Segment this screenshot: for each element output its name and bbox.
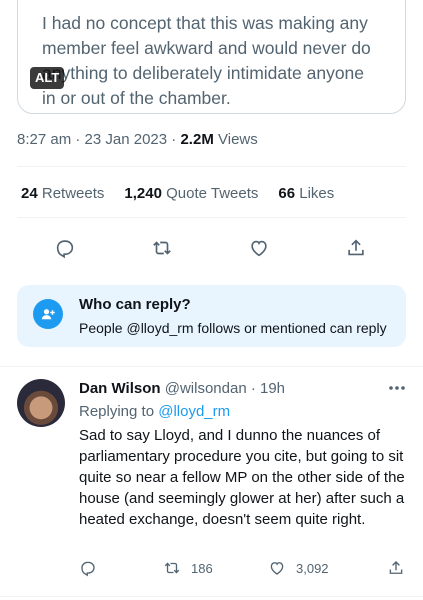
like-button[interactable]: 3,092: [268, 559, 329, 577]
retweet-button[interactable]: 186: [163, 559, 213, 577]
author-handle[interactable]: @wilsondan: [165, 380, 247, 397]
quote-tweets-count: 1,240: [124, 185, 162, 202]
more-icon[interactable]: [386, 379, 408, 397]
divider: [17, 217, 406, 218]
reply-icon[interactable]: [79, 559, 97, 577]
replying-to: Replying to @lloyd_rm: [79, 403, 230, 420]
person-icon: [33, 299, 63, 329]
reply-time[interactable]: 19h: [260, 380, 285, 397]
tweet-time[interactable]: 8:27 am: [17, 131, 71, 148]
share-icon[interactable]: [387, 559, 405, 577]
reply-retweet-count: 186: [191, 560, 213, 576]
tweet-stats: 24 Retweets 1,240 Quote Tweets 66 Likes: [21, 185, 354, 202]
author-separator: ·: [250, 380, 256, 397]
replying-to-prefix: Replying to: [79, 403, 155, 420]
tweet-image-card[interactable]: I had no concept that this was making an…: [17, 0, 406, 114]
retweet-icon: [164, 562, 180, 574]
likes-label: Likes: [299, 185, 335, 202]
views-count: 2.2M: [180, 131, 214, 148]
who-can-reply-title: Who can reply?: [79, 296, 191, 313]
divider: [0, 596, 423, 597]
divider: [17, 166, 406, 167]
like-icon: [270, 562, 284, 575]
retweets-label: Retweets: [41, 185, 105, 202]
reply-icon[interactable]: [50, 233, 80, 263]
reply-actions: 186 3,092: [0, 559, 423, 579]
retweets-count: 24: [21, 185, 38, 202]
likes-stat[interactable]: 66 Likes: [278, 185, 334, 202]
meta-separator: ·: [171, 131, 177, 148]
meta-separator: ·: [75, 131, 81, 148]
views-label: Views: [218, 131, 258, 148]
who-can-reply-subtitle: People @lloyd_rm follows or mentioned ca…: [79, 320, 387, 336]
likes-count: 66: [278, 185, 296, 202]
tweet-meta: 8:27 am · 23 Jan 2023 · 2.2M Views: [17, 131, 258, 148]
tweet-actions: [0, 233, 423, 263]
share-icon[interactable]: [341, 233, 371, 263]
image-quoted-text: I had no concept that this was making an…: [42, 13, 371, 108]
retweets-stat[interactable]: 24 Retweets: [21, 185, 104, 202]
avatar[interactable]: [17, 379, 65, 427]
who-can-reply-box: Who can reply? People @lloyd_rm follows …: [17, 285, 406, 347]
reply-like-count: 3,092: [296, 560, 329, 576]
replying-to-link[interactable]: @lloyd_rm: [158, 403, 230, 420]
quote-tweets-label: Quote Tweets: [166, 185, 259, 202]
reply-author-line: Dan Wilson @wilsondan · 19h: [79, 380, 285, 397]
reply-body: Sad to say Lloyd, and I dunno the nuance…: [79, 427, 405, 528]
like-icon[interactable]: [244, 233, 274, 263]
quote-tweets-stat[interactable]: 1,240 Quote Tweets: [124, 185, 258, 202]
author-name[interactable]: Dan Wilson: [79, 380, 161, 397]
alt-badge[interactable]: ALT: [30, 67, 65, 89]
tweet-date[interactable]: 23 Jan 2023: [85, 131, 168, 148]
reply-tweet[interactable]: Dan Wilson @wilsondan · 19h Replying to …: [0, 367, 423, 600]
retweet-icon[interactable]: [147, 233, 177, 263]
